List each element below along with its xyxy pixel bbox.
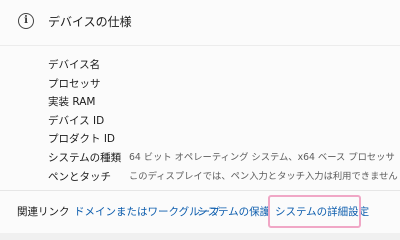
info-icon: i <box>18 13 34 29</box>
spec-label: デバイス ID <box>48 114 105 127</box>
spec-value: このディスプレイでは、ペン入力とタッチ入力は利用できません <box>129 170 398 182</box>
spec-row-device-name: デバイス名 <box>48 56 398 75</box>
related-links-label: 関連リンク <box>17 206 70 218</box>
device-specs-card: i デバイスの仕様 デバイス名 プロセッサ 実装 RAM デバイス ID プロダ… <box>0 0 400 240</box>
spec-row-system-type: システムの種類 64 ビット オペレーティング システム、x64 ベース プロセ… <box>48 149 398 168</box>
spec-row-product-id: プロダクト ID <box>48 130 398 149</box>
spec-row-processor: プロセッサ <box>48 75 398 94</box>
spec-label: プロセッサ <box>48 77 101 90</box>
section-title: デバイスの仕様 <box>48 15 132 29</box>
spec-row-ram: 実装 RAM <box>48 93 398 112</box>
spec-list: デバイス名 プロセッサ 実装 RAM デバイス ID プロダクト ID システム… <box>48 56 398 186</box>
highlight-annotation <box>268 195 361 228</box>
spec-label: 実装 RAM <box>48 96 96 109</box>
device-specs-header[interactable]: i デバイスの仕様 <box>0 0 400 46</box>
spec-row-pen-touch: ペンとタッチ このディスプレイでは、ペン入力とタッチ入力は利用できません <box>48 168 398 187</box>
spec-label: ペンとタッチ <box>48 170 111 183</box>
spec-label: プロダクト ID <box>48 133 116 146</box>
bottom-divider <box>0 233 400 240</box>
spec-row-device-id: デバイス ID <box>48 112 398 131</box>
spec-label: システムの種類 <box>48 151 122 164</box>
spec-value: 64 ビット オペレーティング システム、x64 ベース プロセッサ <box>129 151 395 163</box>
spec-label: デバイス名 <box>48 59 101 71</box>
system-protection-link[interactable]: システムの保護 <box>197 204 270 219</box>
